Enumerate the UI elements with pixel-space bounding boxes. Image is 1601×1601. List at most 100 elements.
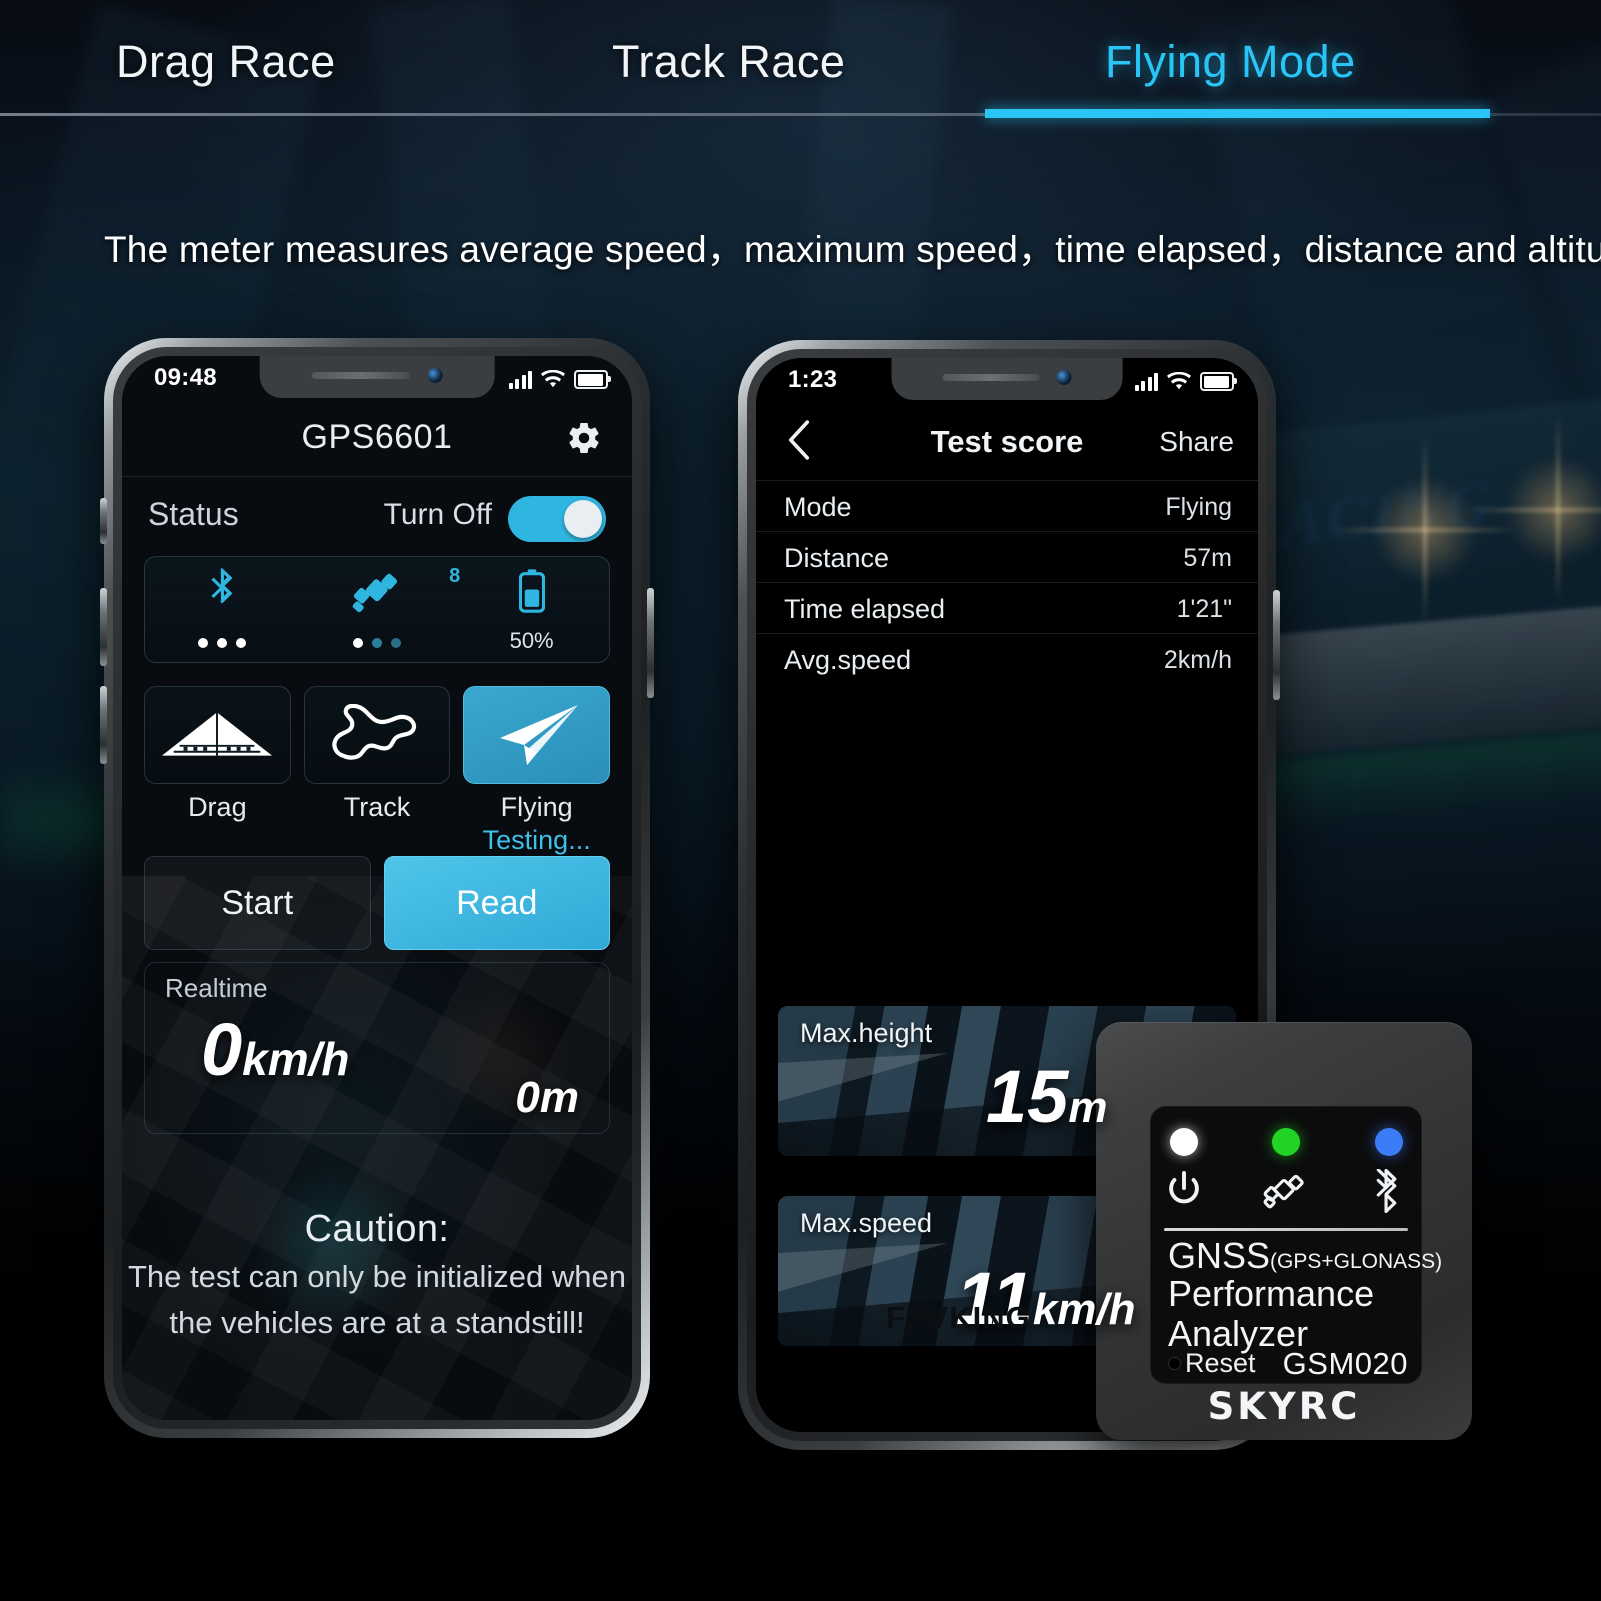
row-key: Time elapsed [784, 594, 946, 624]
share-button[interactable]: Share [1159, 426, 1234, 458]
test-score-nav-bar: Test score Share [756, 406, 1258, 480]
front-camera-icon [427, 368, 443, 383]
tab-flying-mode[interactable]: Flying Mode [1105, 36, 1356, 88]
bluetooth-led [1375, 1128, 1403, 1156]
connection-status-card: 8 50% [144, 556, 610, 663]
realtime-speed-unit: km/h [242, 1033, 350, 1085]
table-row: Time elapsed 1'21" [756, 582, 1258, 634]
mode-label-flying-wrap: Flying Testing... [463, 792, 610, 862]
realtime-speed: 0km/h [201, 1007, 350, 1092]
power-toggle-switch[interactable] [508, 496, 606, 542]
paper-plane-icon [499, 705, 578, 765]
realtime-card: Realtime 0km/h 0m [144, 962, 610, 1134]
phone-power-button[interactable] [1273, 590, 1280, 700]
bluetooth-status-cell [145, 557, 300, 662]
row-value: 1'21" [1176, 595, 1232, 623]
wifi-icon [1167, 372, 1191, 390]
page-subtitle: The meter measures average speed，maximum… [104, 229, 1601, 270]
earpiece-speaker [942, 374, 1040, 381]
skyrc-brand-logo: SKYRC [1207, 1385, 1361, 1428]
turn-off-label: Turn Off [383, 498, 492, 531]
gsm020-device: GNSS(GPS+GLONASS) Performance Analyzer R… [1096, 1022, 1472, 1440]
gps-app-home: 09:48 GPS6601 Status Turn Off 8 50% Drag… [122, 356, 632, 1420]
status-toggle-row: Status Turn Off [122, 488, 632, 546]
bluetooth-signal-dots [198, 638, 247, 648]
tab-active-underline [985, 109, 1490, 118]
realtime-speed-value: 0 [201, 1008, 243, 1091]
mode-button-track[interactable] [303, 686, 451, 784]
gps-signal-dots [352, 638, 401, 648]
row-value: 2km/h [1163, 646, 1232, 674]
signal-bars-icon [1134, 373, 1158, 391]
mode-label-drag: Drag [188, 792, 247, 822]
row-value: Flying [1165, 493, 1232, 521]
gnss-led [1272, 1128, 1300, 1156]
device-divider [1164, 1228, 1408, 1231]
action-button-group: Start Read [144, 856, 610, 950]
nav-divider [122, 476, 632, 477]
tab-bar: Drag Race Track Race Flying Mode [0, 0, 1601, 130]
lens-flare-streak [1423, 435, 1427, 625]
signal-bars-icon [508, 371, 532, 389]
caution-heading: Caution: [304, 1208, 450, 1250]
battery-percent-label: 50% [509, 628, 554, 653]
satellite-icon [352, 573, 398, 613]
track-circuit-icon [332, 704, 417, 760]
caution-block: Caution: The test can only be initialize… [122, 1208, 632, 1342]
lens-flare-streak [1556, 415, 1560, 605]
device-footer: Reset GSM020 [1168, 1346, 1408, 1381]
read-button[interactable]: Read [383, 856, 610, 950]
max-height-unit: m [1068, 1083, 1108, 1132]
phone-left-screen: 09:48 GPS6601 Status Turn Off 8 50% Drag… [122, 356, 632, 1420]
device-icon-row [1150, 1168, 1422, 1216]
drag-bridge-icon [162, 712, 273, 756]
mode-label-flying: Flying [500, 792, 573, 822]
mode-button-flying[interactable] [463, 686, 611, 784]
phone-left: 09:48 GPS6601 Status Turn Off 8 50% Drag… [100, 338, 654, 1438]
mode-button-group [144, 686, 611, 786]
max-speed-unit: km/h [1032, 1285, 1136, 1334]
status-label: Status [148, 496, 239, 532]
battery-icon [1200, 372, 1237, 391]
table-row: Distance 57m [756, 531, 1258, 583]
device-led-row [1150, 1128, 1422, 1158]
device-title-block: GNSS(GPS+GLONASS) Performance Analyzer [1168, 1235, 1442, 1355]
bluetooth-icon [211, 568, 233, 604]
gps-status-cell: 8 [300, 557, 460, 662]
phone-mute-switch[interactable] [100, 498, 107, 544]
mode-button-drag[interactable] [144, 686, 291, 784]
row-key: Avg.speed [784, 645, 912, 675]
device-gnss-label: GNSS [1168, 1235, 1271, 1276]
phone-power-button[interactable] [647, 588, 654, 698]
mode-label-group: Drag Track Flying Testing... [144, 792, 610, 862]
caution-line-2: the vehicles are at a standstill! [169, 1304, 585, 1340]
bluetooth-icon [1366, 1168, 1408, 1214]
table-row: Avg.speed 2km/h [756, 633, 1258, 685]
power-led [1170, 1128, 1198, 1156]
tab-track-race[interactable]: Track Race [612, 36, 845, 88]
reset-pinhole[interactable] [1168, 1357, 1181, 1370]
toggle-knob [564, 500, 602, 538]
app-nav-bar: GPS6601 [122, 404, 632, 476]
tab-drag-race[interactable]: Drag Race [116, 36, 336, 88]
table-row: Mode Flying [756, 480, 1258, 532]
phone-volume-down-button[interactable] [100, 686, 107, 764]
start-button[interactable]: Start [144, 856, 371, 950]
max-speed-label: Max.speed [800, 1208, 933, 1238]
status-bar-clock: 09:48 [154, 364, 217, 391]
gear-icon[interactable] [566, 420, 602, 456]
battery-vertical-icon [518, 569, 545, 613]
realtime-altitude: 0m [515, 1073, 579, 1122]
mode-state-flying: Testing... [482, 825, 591, 855]
power-icon [1163, 1168, 1205, 1214]
lens-flare-streak [1463, 508, 1601, 512]
watermark-text: FPVKING [886, 1300, 1031, 1335]
device-face-panel: GNSS(GPS+GLONASS) Performance Analyzer R… [1150, 1106, 1442, 1384]
device-title-line-1: GNSS(GPS+GLONASS) [1168, 1235, 1442, 1276]
max-height-label: Max.height [800, 1018, 933, 1048]
mode-label-drag-wrap: Drag [144, 792, 291, 862]
phone-notch [891, 358, 1123, 400]
row-key: Distance [784, 543, 890, 573]
phone-volume-up-button[interactable] [100, 588, 107, 666]
phone-notch [259, 356, 495, 398]
